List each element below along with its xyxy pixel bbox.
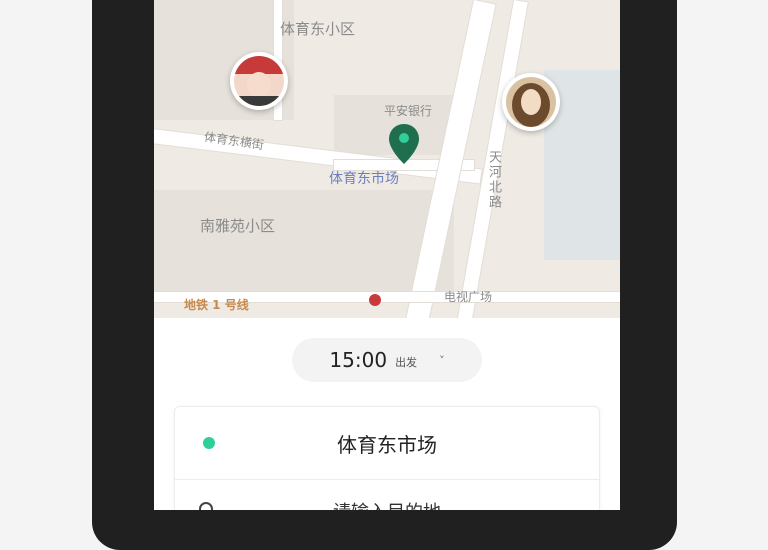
driver-avatar[interactable] (502, 73, 560, 131)
map-label-road-vertical: 天河北路 (486, 150, 501, 210)
destination-input[interactable]: 请输入目的地 (175, 498, 599, 510)
origin-row[interactable]: 体育东市场 (175, 407, 599, 479)
departure-time-selector[interactable]: 15:00 出发 ˅ (292, 338, 482, 382)
destination-row[interactable]: 请输入目的地 (175, 480, 599, 510)
map-view[interactable]: 体育东小区 平安银行 体育东横街 体育东市场 南雅苑小区 天河北路 电视广场 地… (154, 0, 620, 318)
map-label-metro: 地铁 1 号线 (184, 298, 249, 312)
chevron-down-icon: ˅ (439, 353, 445, 367)
origin-text: 体育东市场 (337, 433, 437, 457)
driver-avatar[interactable] (230, 52, 288, 110)
departure-time-value: 15:00 (329, 348, 388, 372)
map-label-bank: 平安银行 (384, 104, 433, 118)
location-pin-icon[interactable] (387, 122, 421, 166)
poi-marker[interactable] (369, 294, 381, 306)
map-label-market: 体育东市场 (329, 171, 399, 187)
trip-card: 体育东市场 请输入目的地 (174, 406, 600, 510)
departure-time-suffix: 出发 (395, 356, 418, 369)
map-label-neighborhood-north: 体育东小区 (280, 20, 356, 38)
map-label-plaza: 电视广场 (444, 290, 493, 304)
map-label-neighborhood-south: 南雅苑小区 (200, 217, 276, 235)
app-screen: 体育东小区 平安银行 体育东横街 体育东市场 南雅苑小区 天河北路 电视广场 地… (154, 0, 620, 510)
